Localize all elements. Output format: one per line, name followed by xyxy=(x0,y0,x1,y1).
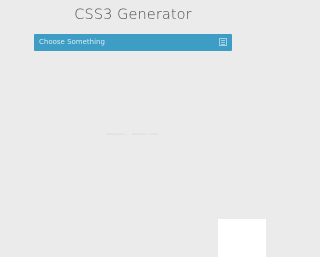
corner-panel xyxy=(218,219,266,257)
list-icon[interactable] xyxy=(219,38,227,46)
footer-credit: Designed by ... · Generator · CSS3 · xyxy=(106,132,160,136)
page-title: CSS3 Generator xyxy=(74,7,192,23)
generator-select[interactable]: Choose Something xyxy=(34,34,232,51)
page: CSS3 Generator Choose Something Designed… xyxy=(0,0,266,257)
select-placeholder: Choose Something xyxy=(39,38,105,46)
